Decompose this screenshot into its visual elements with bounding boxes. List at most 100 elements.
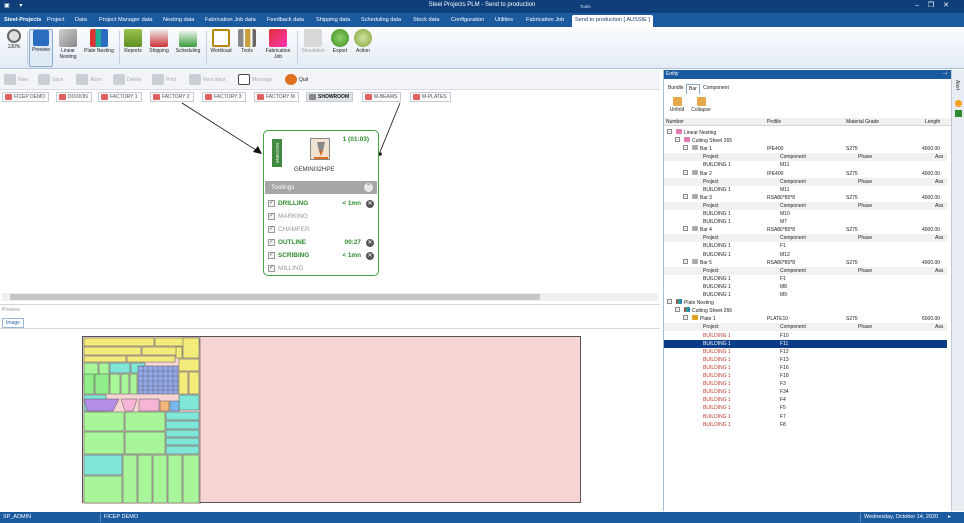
tree-item[interactable]: BUILDING 1 F5	[664, 404, 947, 412]
tree-item[interactable]: BUILDING 1 F11	[664, 339, 947, 348]
tooling-checkbox[interactable]: ✓	[268, 200, 275, 207]
tooling-checkbox[interactable]: ✓	[268, 252, 275, 259]
tooling-checkbox[interactable]: ✓	[268, 213, 275, 220]
tree-item[interactable]: BUILDING 1 F34	[664, 388, 947, 396]
machine-job-count: 1 (01:03)	[342, 136, 369, 143]
tree-item[interactable]: BUILDING 1 F12	[664, 348, 947, 356]
plate-icon	[692, 315, 698, 321]
tab-bundle[interactable]: Bundle	[666, 84, 686, 94]
tree-node-bar[interactable]: − Bar 5 RSA80*80*8 S275 4000.00	[664, 258, 947, 267]
tree-item[interactable]: BUILDING 1 F3	[664, 380, 947, 388]
tooling-row[interactable]: ✓ CHAMFER	[267, 224, 375, 236]
tree-node-bar[interactable]: − Bar 3 RSA80*80*8 S275 4000.00	[664, 193, 947, 202]
item-component: F3	[780, 381, 786, 388]
tab-component[interactable]: Component	[701, 84, 731, 94]
window-controls[interactable]: –❐✕	[915, 1, 958, 9]
tree-node-bar[interactable]: − Bar 4 RSA80*80*8 S275 4000.00	[664, 226, 947, 234]
tree-node-plate[interactable]: − Plate 1 PLATE10 S275 6000.00	[664, 315, 947, 323]
tree-item[interactable]: BUILDING 1 M10	[664, 210, 947, 218]
column-number[interactable]: Number	[666, 118, 684, 126]
close-icon[interactable]: ✕	[943, 2, 958, 9]
tooling-row[interactable]: ✓ OUTLINE 00:27 ✕	[267, 237, 375, 249]
tree-subheader[interactable]: Project Component Phase Ass	[664, 153, 947, 162]
tooling-row[interactable]: ✓ SCRIBING < 1mn ✕	[267, 250, 375, 262]
tree-item[interactable]: BUILDING 1 F13	[664, 356, 947, 364]
item-project: BUILDING 1	[703, 186, 731, 193]
tree-item[interactable]: BUILDING 1 M9	[664, 291, 947, 299]
alert-tab[interactable]: Alert	[954, 80, 960, 90]
status-icon[interactable]	[955, 110, 962, 117]
column-material-grade[interactable]: Material Grade	[846, 118, 879, 126]
unfold-button[interactable]: Unfold	[667, 97, 687, 113]
collapse-toggle-icon[interactable]: −	[675, 137, 680, 143]
collapse-toggle-icon[interactable]: −	[683, 226, 688, 232]
minimize-icon[interactable]: –	[915, 2, 928, 9]
tooling-checkbox[interactable]: ✓	[268, 226, 275, 233]
subcolumn-project: Project	[703, 235, 719, 242]
tree-subheader[interactable]: Project Component Phase Ass	[664, 323, 947, 332]
tree-item[interactable]: BUILDING 1 F1	[664, 242, 947, 250]
collapse-toggle-icon[interactable]: −	[683, 169, 688, 175]
cutting-sheet-icon	[684, 137, 690, 143]
tree-item[interactable]: BUILDING 1 F16	[664, 364, 947, 372]
tree-item[interactable]: BUILDING 1 M12	[664, 251, 947, 259]
item-component: F12	[780, 348, 789, 355]
item-component: F13	[780, 356, 789, 363]
tooling-name: OUTLINE	[278, 239, 307, 246]
tree-item[interactable]: BUILDING 1 F8	[664, 421, 947, 429]
tooling-checkbox[interactable]: ✓	[268, 265, 275, 272]
tree-item[interactable]: BUILDING 1 M11	[664, 186, 947, 194]
tree-subheader[interactable]: Project Component Phase Ass	[664, 266, 947, 275]
plate-profile: PLATE10	[767, 316, 789, 323]
tree-item[interactable]: BUILDING 1 M7	[664, 218, 947, 226]
item-component: F5	[780, 405, 786, 412]
tree-node-linear-nesting[interactable]: − Linear Nesting	[664, 129, 947, 137]
alert-icon[interactable]	[955, 100, 962, 107]
tooling-row[interactable]: ✓ MILLING	[267, 263, 375, 275]
tree-item[interactable]: BUILDING 1 F4	[664, 396, 947, 404]
status-more-icon[interactable]: ▸	[948, 512, 951, 523]
tree-item[interactable]: BUILDING 1 M11	[664, 161, 947, 169]
subcolumn-project: Project	[703, 154, 719, 161]
collapse-button[interactable]: Collapse	[689, 97, 713, 113]
collapse-icon[interactable]: ⌃	[364, 183, 373, 192]
machine-card[interactable]: MACHINE 1 (01:03) GEMINI32HPE Toolings ⌃ …	[263, 130, 379, 276]
collapse-toggle-icon[interactable]: −	[667, 129, 672, 134]
tree-node-plate-nesting[interactable]: − Plate Nesting	[664, 299, 947, 307]
collapse-toggle-icon[interactable]: −	[683, 258, 688, 264]
remove-icon[interactable]: ✕	[366, 252, 374, 260]
tooling-row[interactable]: ✓ DRILLING < 1mn ✕	[267, 198, 375, 210]
divider	[0, 304, 660, 305]
tree-node-bar[interactable]: − Bar 2 IPE400 S275 4000.00	[664, 169, 947, 178]
tree-item[interactable]: BUILDING 1 F7	[664, 413, 947, 421]
tree-node-cutting-sheet[interactable]: − Cutting Sheet 266	[664, 307, 947, 315]
collapse-toggle-icon[interactable]: −	[683, 193, 688, 199]
tree-item[interactable]: BUILDING 1 M8	[664, 283, 947, 291]
collapse-toggle-icon[interactable]: −	[675, 307, 680, 313]
remove-icon[interactable]: ✕	[366, 239, 374, 247]
tooling-row[interactable]: ✓ MARKING	[267, 211, 375, 223]
column-length[interactable]: Length	[925, 118, 940, 126]
scrollbar-thumb[interactable]	[10, 294, 540, 300]
tree-item[interactable]: BUILDING 1 F10	[664, 332, 947, 340]
tree-node-bar[interactable]: − Bar 1 IPE400 S275 4000.00	[664, 145, 947, 153]
toolings-header[interactable]: Toolings ⌃	[265, 181, 377, 194]
subcolumn-ass: Ass	[935, 178, 944, 185]
restore-icon[interactable]: ❐	[928, 2, 943, 9]
pin-icon[interactable]: ⊣	[943, 70, 947, 79]
tree-item[interactable]: BUILDING 1 F18	[664, 372, 947, 380]
tooling-checkbox[interactable]: ✓	[268, 239, 275, 246]
tree-subheader[interactable]: Project Component Phase Ass	[664, 201, 947, 210]
tab-image[interactable]: Image	[2, 318, 24, 328]
tab-bar[interactable]: Bar	[686, 84, 700, 94]
tree-subheader[interactable]: Project Component Phase Ass	[664, 177, 947, 186]
horizontal-scrollbar[interactable]	[2, 293, 658, 301]
remove-icon[interactable]: ✕	[366, 200, 374, 208]
tree-item[interactable]: BUILDING 1 F1	[664, 275, 947, 283]
tree-subheader[interactable]: Project Component Phase Ass	[664, 234, 947, 243]
column-profile[interactable]: Profile	[767, 118, 781, 126]
collapse-toggle-icon[interactable]: −	[683, 145, 688, 151]
tree-node-cutting-sheet[interactable]: − Cutting Sheet 265	[664, 137, 947, 145]
collapse-toggle-icon[interactable]: −	[667, 299, 672, 305]
collapse-toggle-icon[interactable]: −	[683, 315, 688, 321]
